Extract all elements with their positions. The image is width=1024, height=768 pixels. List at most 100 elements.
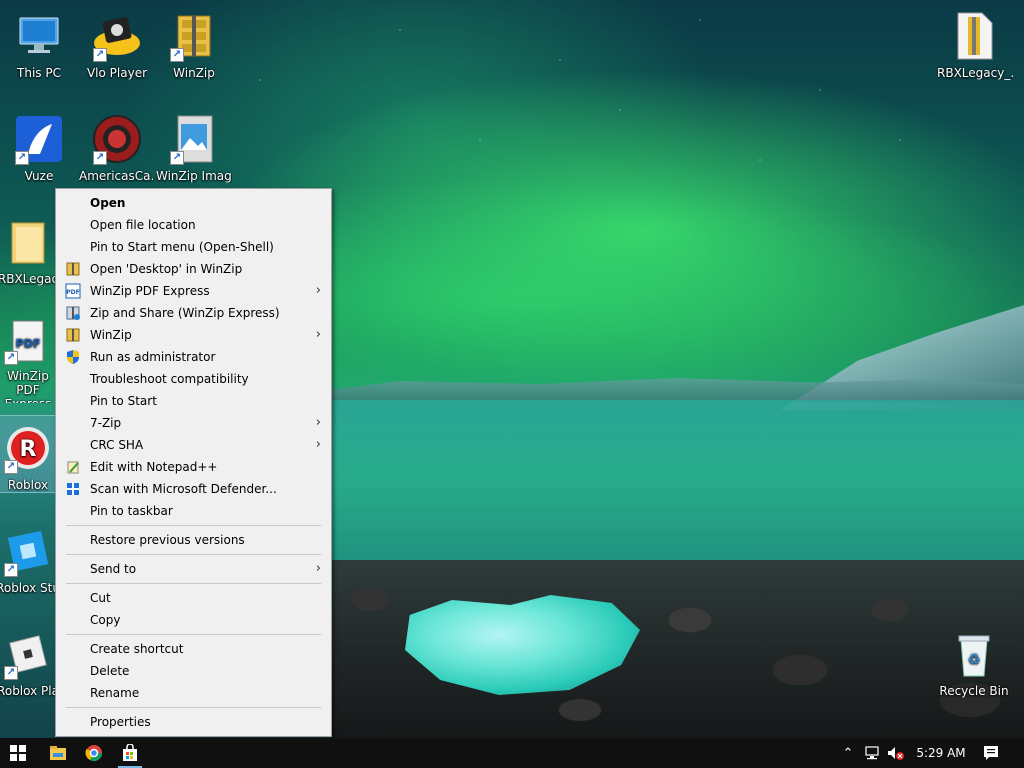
desktop-icon-winzip[interactable]: ↗ WinZip [155, 4, 233, 94]
menu-item-scan-with-defender[interactable]: Scan with Microsoft Defender... [56, 478, 331, 500]
network-tray-button[interactable] [860, 738, 884, 768]
menu-item-label: Open file location [90, 218, 196, 232]
taskbar-file-explorer[interactable] [40, 738, 76, 768]
volume-tray-button[interactable] [884, 738, 908, 768]
shortcut-arrow-icon: ↗ [93, 151, 107, 165]
notepadpp-icon [65, 459, 81, 475]
menu-item-delete[interactable]: Delete [56, 660, 331, 682]
winzip-icon: ↗ [168, 10, 220, 62]
menu-item-label: Create shortcut [90, 642, 184, 656]
menu-item-properties[interactable]: Properties [56, 711, 331, 733]
menu-item-winzip-pdf-express[interactable]: PDF WinZip PDF Express › [56, 280, 331, 302]
menu-item-label: WinZip PDF Express [90, 284, 210, 298]
menu-item-create-shortcut[interactable]: Create shortcut [56, 638, 331, 660]
store-bag-icon [123, 744, 137, 761]
menu-item-copy[interactable]: Copy [56, 609, 331, 631]
menu-item-label: Cut [90, 591, 111, 605]
menu-item-label: Send to [90, 562, 137, 576]
menu-item-label: Troubleshoot compatibility [90, 372, 249, 386]
zip-file-icon [949, 10, 1001, 62]
menu-item-run-as-administrator[interactable]: Run as administrator [56, 346, 331, 368]
menu-item-open[interactable]: Open [56, 192, 331, 214]
menu-item-pin-to-start[interactable]: Pin to Start [56, 390, 331, 412]
desktop-icon-rbxlegacy-zip[interactable]: RBXLegacy_... [934, 4, 1016, 94]
menu-item-send-to[interactable]: Send to › [56, 558, 331, 580]
menu-item-troubleshoot-compatibility[interactable]: Troubleshoot compatibility [56, 368, 331, 390]
chevron-right-icon: › [315, 561, 321, 576]
roblox-icon: R ↗ [2, 422, 54, 474]
menu-separator [66, 707, 321, 708]
menu-item-edit-with-notepadpp[interactable]: Edit with Notepad++ [56, 456, 331, 478]
menu-item-label: WinZip [90, 328, 132, 342]
media-player-icon: ↗ [91, 10, 143, 62]
desktop-icon-recycle-bin[interactable]: ♻ Recycle Bin [934, 622, 1014, 712]
menu-item-open-desktop-in-winzip[interactable]: Open 'Desktop' in WinZip [56, 258, 331, 280]
network-icon [865, 746, 879, 760]
menu-item-pin-to-start-menu-open-shell[interactable]: Pin to Start menu (Open-Shell) [56, 236, 331, 258]
taskbar: ⌃ 5:29 AM [0, 738, 1024, 768]
winzip-image-icon: ↗ [168, 113, 220, 165]
uac-shield-icon [65, 349, 81, 365]
desktop-icon-americascasino[interactable]: ↗ AmericasCa... [78, 107, 156, 197]
context-menu: Open Open file location Pin to Start men… [55, 188, 332, 737]
shortcut-arrow-icon: ↗ [170, 48, 184, 62]
menu-item-label: Restore previous versions [90, 533, 245, 547]
svg-text:R: R [20, 437, 37, 462]
menu-item-label: Pin to Start menu (Open-Shell) [90, 240, 274, 254]
desktop-icon-rbxlegacy-folder[interactable]: RBXLegac [0, 210, 58, 300]
menu-item-label: Pin to taskbar [90, 504, 173, 518]
action-center-button[interactable] [976, 738, 1006, 768]
menu-item-label: Delete [90, 664, 130, 678]
menu-separator [66, 554, 321, 555]
menu-item-winzip[interactable]: WinZip › [56, 324, 331, 346]
svg-text:PDF: PDF [66, 289, 79, 296]
shortcut-arrow-icon: ↗ [4, 666, 18, 680]
menu-separator [66, 583, 321, 584]
menu-item-rename[interactable]: Rename [56, 682, 331, 704]
chrome-icon [85, 745, 103, 762]
menu-item-restore-previous-versions[interactable]: Restore previous versions [56, 529, 331, 551]
taskbar-chrome[interactable] [76, 738, 112, 768]
menu-item-label: Rename [90, 686, 140, 700]
menu-item-pin-to-taskbar[interactable]: Pin to taskbar [56, 500, 331, 522]
menu-item-7-zip[interactable]: 7-Zip › [56, 412, 331, 434]
menu-item-label: Run as administrator [90, 350, 216, 364]
menu-item-zip-and-share[interactable]: Zip and Share (WinZip Express) [56, 302, 331, 324]
menu-separator [66, 525, 321, 526]
vuze-frog-icon: ↗ [13, 113, 65, 165]
svg-text:♻: ♻ [968, 652, 981, 668]
defender-icon [65, 481, 81, 497]
desktop-icon-roblox[interactable]: R ↗ Roblox [0, 415, 57, 493]
winzip-small-icon [65, 261, 81, 277]
casino-chip-icon: ↗ [91, 113, 143, 165]
shortcut-arrow-icon: ↗ [4, 460, 18, 474]
start-button[interactable] [0, 738, 36, 768]
windows-logo-icon [10, 745, 26, 761]
menu-item-label: Properties [90, 715, 151, 729]
taskbar-clock[interactable]: 5:29 AM [908, 738, 974, 768]
shortcut-arrow-icon: ↗ [4, 563, 18, 577]
folder-icon [2, 216, 54, 268]
desktop-icon-winzip-pdf-express[interactable]: PDF ↗ WinZip PDF Express [0, 313, 56, 403]
shortcut-arrow-icon: ↗ [4, 351, 18, 365]
recycle-bin-icon: ♻ [948, 628, 1000, 680]
desktop-icon-winzip-image[interactable]: ↗ WinZip Image M... [155, 107, 233, 197]
computer-icon [13, 10, 65, 62]
menu-item-crc-sha[interactable]: CRC SHA › [56, 434, 331, 456]
winzip-small-icon [65, 327, 81, 343]
desktop-icon-vlo-player[interactable]: ↗ Vlo Player [78, 4, 156, 94]
desktop-icon-this-pc[interactable]: This PC [0, 4, 78, 94]
show-hidden-icons-button[interactable]: ⌃ [836, 738, 860, 768]
desktop-icon-roblox-studio[interactable]: ↗ Roblox Stu [0, 519, 60, 609]
menu-item-label: CRC SHA [90, 438, 144, 452]
taskbar-store[interactable] [112, 738, 148, 768]
desktop-icon-vuze[interactable]: ↗ Vuze [0, 107, 78, 197]
desktop-icon-roblox-player[interactable]: ↗ Roblox Pla [0, 622, 59, 712]
menu-item-label: Open [90, 196, 126, 210]
zip-share-icon [65, 305, 81, 321]
shortcut-arrow-icon: ↗ [93, 48, 107, 62]
chevron-right-icon: › [315, 415, 321, 430]
menu-item-open-file-location[interactable]: Open file location [56, 214, 331, 236]
chevron-right-icon: › [315, 327, 321, 342]
menu-item-cut[interactable]: Cut [56, 587, 331, 609]
